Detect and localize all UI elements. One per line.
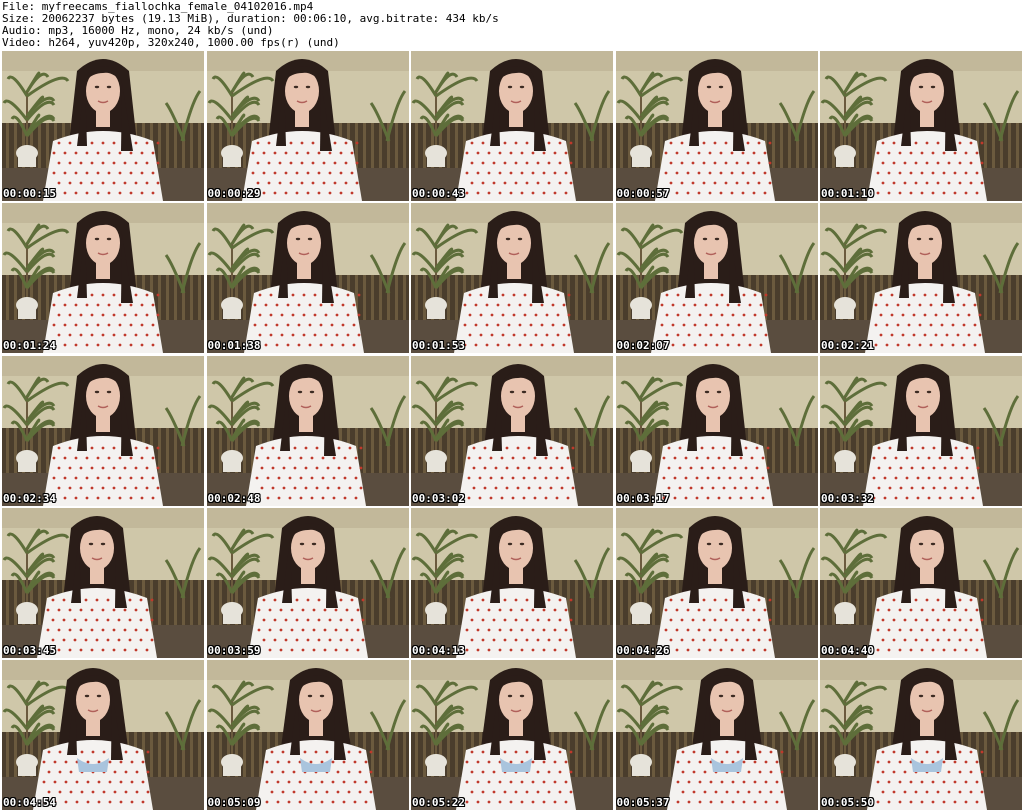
thumbnail-timestamp: 00:00:15 xyxy=(3,187,56,200)
thumbnail-timestamp: 00:05:22 xyxy=(412,796,465,809)
thumbnail-timestamp: 00:01:38 xyxy=(207,339,261,353)
thumbnail-frame-image xyxy=(820,660,1022,810)
thumbnail-timestamp: 00:02:21 xyxy=(821,339,874,353)
thumbnail-timestamp: 00:02:34 xyxy=(3,491,56,505)
thumbnail-timestamp: 00:02:07 xyxy=(616,339,670,353)
file-info-header: File: myfreecams_fiallochka_female_04102… xyxy=(2,1,1022,49)
thumbnail-frame-image xyxy=(615,51,818,201)
video-thumbnail: 00:03:02 xyxy=(411,355,613,506)
video-thumbnail: 00:00:43 xyxy=(411,51,613,201)
video-thumbnail: 00:03:17 xyxy=(615,355,818,506)
video-thumbnail: 00:05:09 xyxy=(206,660,409,810)
video-thumbnail: 00:02:34 xyxy=(2,355,204,506)
video-thumbnail: 00:05:22 xyxy=(411,660,613,810)
thumbnail-frame-image xyxy=(615,203,818,354)
thumbnail-frame-image xyxy=(820,355,1022,506)
thumbnail-timestamp: 00:03:02 xyxy=(412,491,465,505)
video-thumbnail: 00:04:13 xyxy=(411,507,613,658)
thumbnail-timestamp: 00:05:50 xyxy=(821,796,874,809)
video-thumbnail: 00:02:48 xyxy=(206,355,409,506)
video-thumbnail: 00:05:37 xyxy=(615,660,818,810)
video-thumbnail: 00:01:10 xyxy=(820,51,1022,201)
thumbnail-frame-image xyxy=(2,507,204,658)
thumbnail-timestamp: 00:03:17 xyxy=(616,491,670,505)
thumbnail-frame-image xyxy=(206,203,409,354)
thumbnail-frame-image xyxy=(206,355,409,506)
thumbnail-timestamp: 00:03:45 xyxy=(3,643,56,657)
video-thumbnail: 00:01:38 xyxy=(206,203,409,354)
thumbnail-timestamp: 00:02:48 xyxy=(207,491,261,505)
thumbnail-frame-image xyxy=(411,507,613,658)
thumbnail-timestamp: 00:05:37 xyxy=(616,796,670,809)
thumbnail-timestamp: 00:04:40 xyxy=(821,643,874,657)
thumbnail-frame-image xyxy=(411,355,613,506)
thumbnail-grid: 00:00:15 00:00:29 00:00:43 00:00:57 00:01:10… xyxy=(2,51,1022,810)
video-thumbnail: 00:04:54 xyxy=(2,660,204,810)
video-thumbnail: 00:00:15 xyxy=(2,51,204,201)
thumbnail-frame-image xyxy=(2,660,204,810)
video-info-line: Video: h264, yuv420p, 320x240, 1000.00 f… xyxy=(2,36,340,49)
video-thumbnail: 00:05:50 xyxy=(820,660,1022,810)
video-thumbnail: 00:02:21 xyxy=(820,203,1022,354)
video-thumbnail: 00:00:29 xyxy=(206,51,409,201)
thumbnail-frame-image xyxy=(2,355,204,506)
thumbnail-timestamp: 00:03:32 xyxy=(821,491,874,505)
thumbnail-frame-image xyxy=(206,507,409,658)
thumbnail-timestamp: 00:04:13 xyxy=(412,643,465,657)
thumbnail-timestamp: 00:04:54 xyxy=(3,796,56,809)
video-thumbnail: 00:01:24 xyxy=(2,203,204,354)
thumbnail-timestamp: 00:01:53 xyxy=(412,339,465,353)
video-thumbnail: 00:03:32 xyxy=(820,355,1022,506)
video-thumbnail: 00:00:57 xyxy=(615,51,818,201)
thumbnail-frame-image xyxy=(820,507,1022,658)
thumbnail-timestamp: 00:01:10 xyxy=(821,187,874,200)
thumbnail-timestamp: 00:04:26 xyxy=(616,643,670,657)
thumbnail-timestamp: 00:00:57 xyxy=(616,187,670,200)
thumbnail-frame-image xyxy=(411,51,613,201)
video-thumbnail: 00:02:07 xyxy=(615,203,818,354)
thumbnail-frame-image xyxy=(206,51,409,201)
thumbnail-frame-image xyxy=(820,203,1022,354)
thumbnail-frame-image xyxy=(820,51,1022,201)
thumbnail-timestamp: 00:00:43 xyxy=(412,187,465,200)
thumbnail-timestamp: 00:03:59 xyxy=(207,643,261,657)
thumbnail-frame-image xyxy=(615,660,818,810)
video-thumbnail: 00:03:45 xyxy=(2,507,204,658)
thumbnail-frame-image xyxy=(615,355,818,506)
thumbnail-frame-image xyxy=(411,660,613,810)
video-thumbnail: 00:01:53 xyxy=(411,203,613,354)
thumbnail-frame-image xyxy=(206,660,409,810)
thumbnail-frame-image xyxy=(411,203,613,354)
thumbnail-frame-image xyxy=(615,507,818,658)
thumbnail-timestamp: 00:00:29 xyxy=(207,187,261,200)
video-thumbnail: 00:04:26 xyxy=(615,507,818,658)
thumbnail-frame-image xyxy=(2,51,204,201)
thumbnail-timestamp: 00:01:24 xyxy=(3,339,56,353)
thumbnail-frame-image xyxy=(2,203,204,354)
video-thumbnail: 00:04:40 xyxy=(820,507,1022,658)
thumbnail-timestamp: 00:05:09 xyxy=(207,796,261,809)
video-thumbnail: 00:03:59 xyxy=(206,507,409,658)
